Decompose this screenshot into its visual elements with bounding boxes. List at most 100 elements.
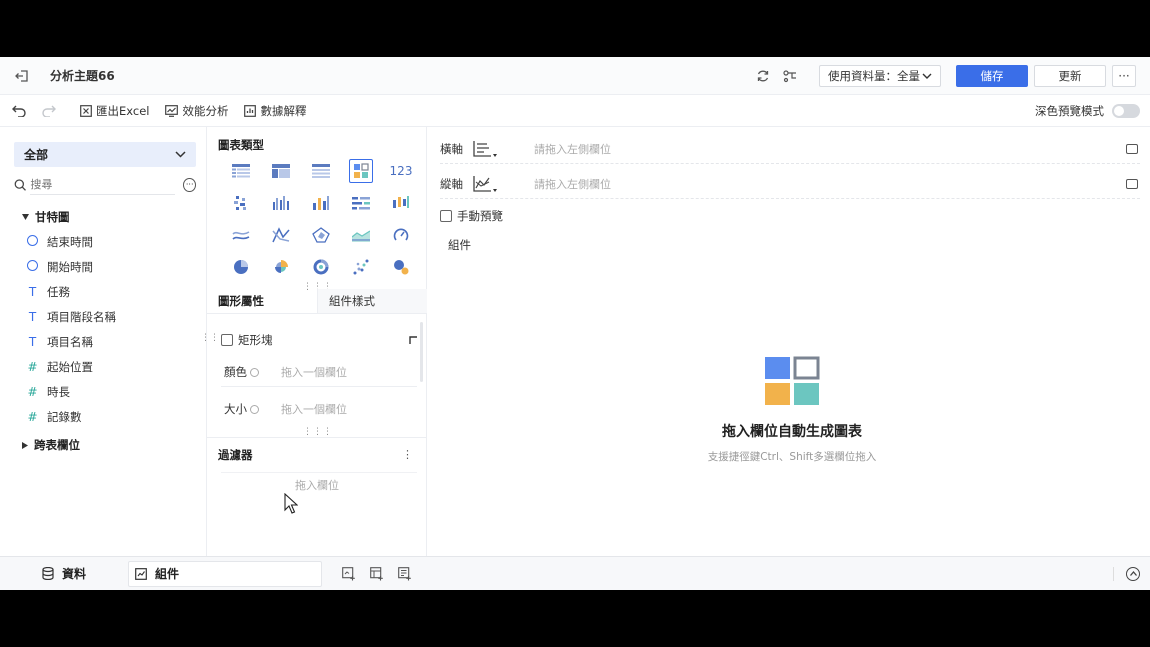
explain-icon [244, 104, 257, 117]
lock-icon[interactable] [1126, 143, 1138, 154]
drag-handle-icon[interactable]: ⋮⋮⋮ [303, 427, 333, 437]
crosstab-chart-icon[interactable] [261, 155, 301, 187]
hash-icon: # [27, 409, 38, 424]
color-label: 顏色 [224, 365, 247, 379]
color-row[interactable]: 顏色 拖入一個欄位 [224, 364, 347, 380]
x-axis-shelf[interactable]: 橫軸 請拖入左側欄位 [440, 134, 1140, 164]
chart-canvas: 橫軸 請拖入左側欄位 縱軸 請拖入左側欄位 手動預覽 組件 拖入欄位自動生成圖表… [428, 127, 1150, 556]
detail-table-icon[interactable] [301, 155, 341, 187]
app-window: 分析主題66 使用資料量：全量 儲存 更新 ··· 匯出Excel 效能分析 數… [0, 57, 1150, 590]
mouse-cursor-icon [284, 493, 298, 514]
corner-icon[interactable] [409, 336, 417, 344]
rect-block-checkbox[interactable] [221, 334, 233, 346]
tab-data[interactable]: 資料 [42, 561, 86, 587]
tab-component[interactable]: 組件 [128, 560, 323, 587]
component-label: 組件 [448, 238, 471, 252]
field-label: 項目階段名稱 [47, 309, 116, 324]
chart-placeholder-icon [765, 356, 820, 405]
property-tabs: 圖形屬性 組件樣式 [207, 289, 427, 314]
more-button[interactable]: ··· [1112, 64, 1136, 87]
performance-analysis-button[interactable]: 效能分析 [165, 103, 228, 119]
tab-graphic-properties[interactable]: 圖形屬性 [207, 289, 317, 313]
dark-mode-toggle[interactable] [1112, 103, 1140, 118]
field-item[interactable]: T 任務 [26, 279, 206, 304]
table-chart-icon[interactable] [221, 155, 261, 187]
gauge-chart-icon[interactable] [381, 219, 421, 251]
data-explain-button[interactable]: 數據解釋 [244, 103, 306, 119]
lineage-icon[interactable] [777, 62, 805, 90]
field-item[interactable]: 結束時間 [26, 229, 206, 254]
field-item[interactable]: T 項目名稱 [26, 329, 206, 354]
scope-select[interactable]: 全部 [14, 142, 196, 167]
range-bar-icon[interactable] [381, 187, 421, 219]
hash-icon: # [27, 359, 38, 374]
y-axis-icon[interactable] [472, 174, 500, 194]
search-input[interactable] [30, 175, 176, 195]
empty-state-subtitle: 支援捷徑鍵Ctrl、Shift多選欄位拖入 [707, 451, 877, 463]
bar-chart-icon[interactable] [341, 187, 381, 219]
analysis-title[interactable]: 分析主題66 [50, 67, 115, 84]
pie-chart-icon[interactable] [221, 251, 261, 283]
collapse-up-icon[interactable] [1126, 566, 1140, 581]
x-axis-label: 橫軸 [440, 141, 463, 156]
field-item[interactable]: 開始時間 [26, 254, 206, 279]
bubble-chart-icon[interactable] [381, 251, 421, 283]
props-scrollbar[interactable] [420, 322, 423, 382]
manual-preview-toggle[interactable]: 手動預覽 [440, 208, 503, 224]
y-axis-shelf[interactable]: 縱軸 請拖入左側欄位 [440, 169, 1140, 199]
gear-icon[interactable] [250, 404, 259, 414]
field-item[interactable]: # 記錄數 [26, 404, 206, 429]
add-tools [342, 566, 412, 581]
column-chart-icon[interactable] [301, 187, 341, 219]
export-excel-label: 匯出Excel [96, 103, 150, 118]
area-chart-icon[interactable] [341, 219, 381, 251]
add-story-icon[interactable] [398, 566, 412, 581]
refresh-icon[interactable] [749, 62, 777, 90]
clock-icon [26, 259, 39, 274]
data-volume-select[interactable]: 使用資料量：全量 [819, 64, 941, 87]
rose-chart-icon[interactable] [261, 251, 301, 283]
line-chart-icon[interactable] [221, 219, 261, 251]
scatter-bar-icon[interactable] [221, 187, 261, 219]
exit-icon[interactable] [0, 57, 44, 95]
undo-icon[interactable] [4, 105, 34, 117]
config-panel: 圖表類型 123 ⋮⋮⋮ 圖形屬性 組件樣式 矩形塊 顏色 拖入一個欄位 大小 … [207, 127, 427, 556]
field-item[interactable]: # 起始位置 [26, 354, 206, 379]
manual-preview-checkbox[interactable] [440, 210, 452, 222]
mark-type-row[interactable]: 矩形塊 [221, 332, 417, 348]
x-axis-icon[interactable] [472, 139, 500, 159]
field-list: 結束時間 開始時間 T 任務 T 項目階段名稱 T 項目名稱 # 起始位置 # 時長 # 記… [0, 229, 206, 429]
update-button[interactable]: 更新 [1034, 64, 1106, 87]
redo-icon[interactable] [34, 105, 64, 117]
save-button[interactable]: 儲存 [956, 64, 1028, 87]
gear-icon[interactable] [250, 367, 259, 377]
lock-icon[interactable] [1126, 178, 1138, 189]
table-group-gantt[interactable]: 甘特圖 [22, 209, 206, 225]
field-item[interactable]: T 項目階段名稱 [26, 304, 206, 329]
field-label: 開始時間 [47, 259, 93, 274]
kpi-number-icon[interactable]: 123 [381, 155, 421, 187]
size-row[interactable]: 大小 拖入一個欄位 [224, 401, 347, 417]
data-volume-label: 使用資料量：全量 [828, 68, 920, 83]
add-dashboard-icon[interactable] [370, 566, 384, 581]
empty-state-title: 拖入欄位自動生成圖表 [722, 424, 862, 440]
scope-label: 全部 [24, 148, 49, 162]
export-excel-button[interactable]: 匯出Excel [80, 103, 149, 119]
add-component-icon[interactable] [342, 566, 356, 581]
field-item[interactable]: # 時長 [26, 379, 206, 404]
more-options-icon[interactable]: ··· [183, 178, 196, 192]
block-chart-icon[interactable] [341, 155, 381, 187]
radar-chart-icon[interactable] [301, 219, 341, 251]
filter-title: 過濾器 [218, 447, 253, 462]
multi-line-icon[interactable] [261, 219, 301, 251]
table-group-label: 甘特圖 [35, 210, 70, 224]
tab-component-style[interactable]: 組件樣式 [317, 289, 427, 313]
divider [221, 472, 417, 473]
cross-table-group[interactable]: 跨表欄位 [22, 437, 206, 453]
grouped-bar-icon[interactable] [261, 187, 301, 219]
scatter-chart-icon[interactable] [341, 251, 381, 283]
size-label: 大小 [224, 402, 247, 416]
filter-menu-icon[interactable]: ⋮ [402, 448, 413, 461]
rect-block-label: 矩形塊 [238, 333, 273, 347]
donut-chart-icon[interactable] [301, 251, 341, 283]
